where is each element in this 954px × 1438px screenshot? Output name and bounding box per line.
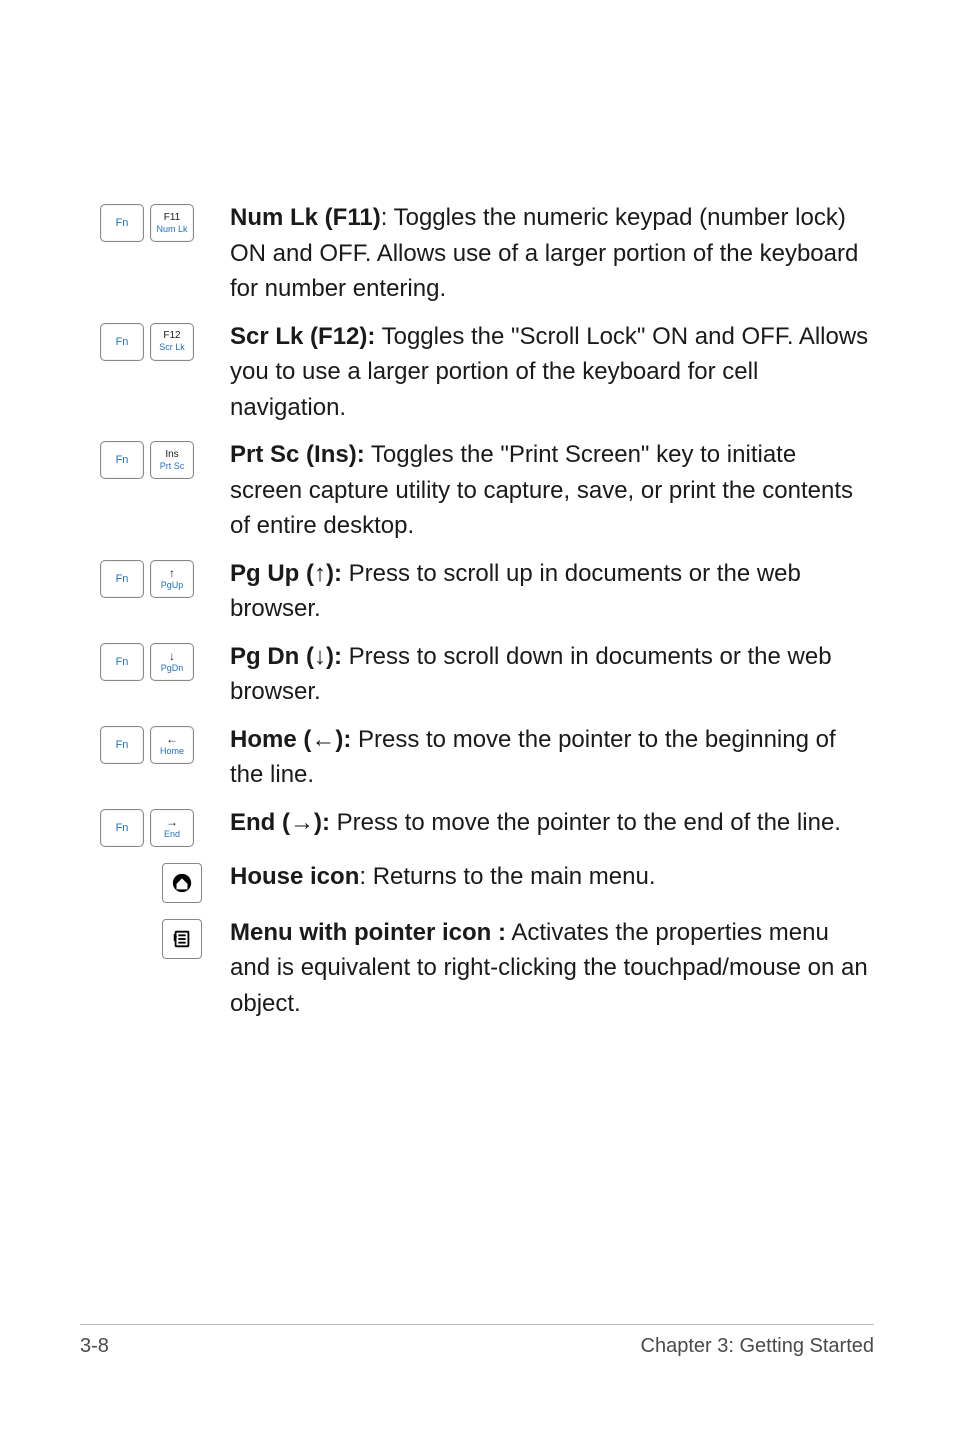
key-top-label: Ins	[165, 450, 178, 460]
key-top-label: F12	[163, 331, 180, 341]
fn-key: Fn	[100, 643, 144, 681]
numlk-lead: Num Lk (F11)	[230, 204, 381, 231]
page-footer: 3-8 Chapter 3: Getting Started	[80, 1324, 874, 1358]
chapter-label: Chapter 3: Getting Started	[641, 1335, 874, 1358]
house-icon	[171, 872, 193, 894]
fn-key: Fn	[100, 560, 144, 598]
house-description: House icon: Returns to the main menu.	[230, 859, 874, 895]
house-rest: : Returns to the main menu.	[359, 863, 655, 890]
pgup-description: Pg Up (↑): Press to scroll up in documen…	[230, 556, 874, 627]
fn-key: Fn	[100, 204, 144, 242]
key-bottom-label: PgUp	[161, 581, 184, 590]
key-bottom-label: Num Lk	[156, 225, 187, 234]
fn-key: Fn	[100, 441, 144, 479]
home-description: Home (←): Press to move the pointer to t…	[230, 722, 874, 793]
key-bottom-label: PgDn	[161, 664, 184, 673]
prtsc-description: Prt Sc (Ins): Toggles the "Print Screen"…	[230, 437, 874, 544]
arrow-down-icon: ↓	[169, 650, 175, 662]
fn-key-label: Fn	[116, 336, 129, 348]
end-lead: End (→):	[230, 809, 330, 836]
arrow-up-icon: ↑	[169, 567, 175, 579]
fn-key-label: Fn	[116, 822, 129, 834]
f12-key: F12 Scr Lk	[150, 323, 194, 361]
key-bottom-label: Scr Lk	[159, 343, 185, 352]
fn-key-label: Fn	[116, 217, 129, 229]
prtsc-lead: Prt Sc (Ins):	[230, 441, 365, 468]
arrow-right-icon: →	[166, 816, 178, 828]
ins-key: Ins Prt Sc	[150, 441, 194, 479]
pgdn-description: Pg Dn (↓): Press to scroll down in docum…	[230, 639, 874, 710]
key-bottom-label: Home	[160, 747, 184, 756]
menu-description: Menu with pointer icon : Activates the p…	[230, 915, 874, 1022]
left-key: ← Home	[150, 726, 194, 764]
house-lead: House icon	[230, 863, 359, 890]
pgup-lead: Pg Up (↑):	[230, 560, 342, 587]
fn-key: Fn	[100, 809, 144, 847]
key-top-label: F11	[164, 213, 181, 223]
page-number: 3-8	[80, 1335, 109, 1358]
fn-key-label: Fn	[116, 573, 129, 585]
arrow-left-icon: ←	[166, 733, 178, 745]
right-key: → End	[150, 809, 194, 847]
house-key	[162, 863, 202, 903]
menu-key	[162, 919, 202, 959]
fn-key: Fn	[100, 323, 144, 361]
menu-lead: Menu with pointer icon :	[230, 919, 506, 946]
scrlk-lead: Scr Lk (F12):	[230, 323, 375, 350]
numlk-description: Num Lk (F11): Toggles the numeric keypad…	[230, 200, 874, 307]
key-bottom-label: End	[164, 830, 180, 839]
fn-key-label: Fn	[116, 739, 129, 751]
up-key: ↑ PgUp	[150, 560, 194, 598]
pgdn-lead: Pg Dn (↓):	[230, 643, 342, 670]
home-lead: Home (←):	[230, 726, 351, 753]
f11-key: F11 Num Lk	[150, 204, 194, 242]
fn-key-label: Fn	[116, 656, 129, 668]
fn-key: Fn	[100, 726, 144, 764]
end-rest: Press to move the pointer to the end of …	[330, 809, 841, 836]
menu-pointer-icon	[171, 928, 193, 950]
key-bottom-label: Prt Sc	[160, 462, 185, 471]
scrlk-description: Scr Lk (F12): Toggles the "Scroll Lock" …	[230, 319, 874, 426]
fn-key-label: Fn	[116, 454, 129, 466]
down-key: ↓ PgDn	[150, 643, 194, 681]
end-description: End (→): Press to move the pointer to th…	[230, 805, 874, 841]
